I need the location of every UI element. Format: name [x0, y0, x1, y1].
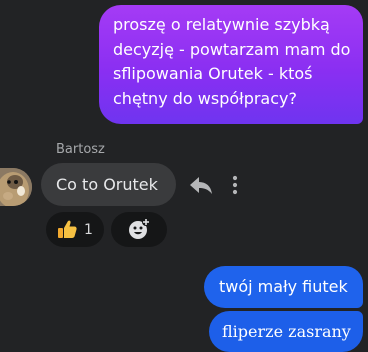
add-reaction-icon — [129, 218, 150, 239]
sender-name: Bartosz — [56, 142, 105, 157]
outgoing-message-bubble[interactable]: fliperze zasrany — [209, 311, 363, 352]
outgoing-message-bubble[interactable]: twój mały fiutek — [204, 266, 363, 308]
incoming-message-bubble[interactable]: Co to Orutek — [41, 163, 176, 206]
reaction-count: 1 — [84, 222, 93, 238]
outgoing-message-bubble[interactable]: proszę o relatywnie szybką decyzję - pow… — [99, 5, 363, 124]
reply-icon[interactable] — [188, 174, 214, 196]
outgoing-message-text: twój mały fiutek — [219, 277, 348, 296]
incoming-message-text: Co to Orutek — [56, 175, 158, 194]
add-reaction-button[interactable] — [111, 212, 167, 247]
avatar-image — [0, 168, 32, 206]
more-options-icon[interactable] — [230, 174, 240, 196]
avatar[interactable] — [0, 168, 32, 206]
reaction-pill[interactable] — [46, 212, 104, 247]
thumbs-up-icon — [56, 218, 78, 240]
outgoing-message-text: proszę o relatywnie szybką decyzję - pow… — [113, 15, 351, 108]
outgoing-message-text: fliperze zasrany — [222, 322, 351, 341]
